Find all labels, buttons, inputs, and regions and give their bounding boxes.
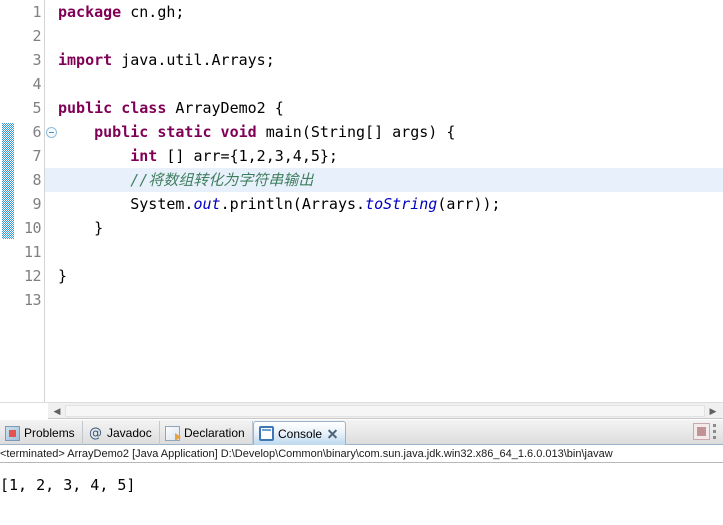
- code-line-text: int [] arr={1,2,3,4,5};: [45, 144, 338, 168]
- code-line[interactable]: System.out.println(Arrays.toString(arr))…: [45, 192, 723, 216]
- tab-label: Problems: [24, 426, 75, 440]
- tab-label: Declaration: [184, 426, 245, 440]
- tab-problems[interactable]: Problems: [0, 421, 83, 445]
- console-icon: [259, 426, 274, 441]
- line-number: 10: [23, 219, 42, 237]
- code-line[interactable]: package cn.gh;: [45, 0, 723, 24]
- code-line-text: public static void main(String[] args) {: [45, 120, 455, 144]
- problems-icon: [5, 425, 20, 441]
- code-line[interactable]: //将数组转化为字符串输出: [45, 168, 723, 192]
- view-tab-bar[interactable]: Problems @ Javadoc Declaration Console: [0, 420, 723, 445]
- code-token: }: [58, 219, 104, 237]
- code-line-text: import java.util.Arrays;: [45, 48, 275, 72]
- code-token: main(String[] args) {: [256, 123, 456, 141]
- line-number: 7: [32, 147, 41, 165]
- line-number: 1: [32, 3, 41, 21]
- code-token: //将数组转化为字符串输出: [130, 171, 314, 189]
- java-code-editor[interactable]: 1 2 3 4 5 6 7 8 9 10 11 12 13 package cn.gh; import j…: [0, 0, 723, 402]
- scroll-left-arrow-icon[interactable]: ◀: [49, 403, 65, 419]
- code-line[interactable]: [45, 288, 723, 312]
- code-text-area[interactable]: package cn.gh; import java.util.Arrays; pu…: [45, 0, 723, 402]
- panel-toolbar[interactable]: [693, 423, 721, 440]
- code-token: .println(Arrays.: [220, 195, 366, 213]
- code-token: System.: [58, 195, 194, 213]
- code-token: out: [193, 195, 221, 213]
- view-menu-icon[interactable]: [713, 423, 721, 440]
- line-number: 12: [23, 267, 42, 285]
- code-line-text: package cn.gh;: [45, 0, 184, 24]
- code-line-text: //将数组转化为字符串输出: [45, 168, 313, 192]
- code-line[interactable]: }: [45, 216, 723, 240]
- javadoc-at-icon: @: [89, 425, 102, 441]
- terminate-stop-icon[interactable]: [693, 423, 710, 440]
- code-token: cn.gh;: [121, 3, 185, 21]
- tab-javadoc[interactable]: @ Javadoc: [83, 421, 160, 445]
- code-token: package: [58, 3, 122, 21]
- editor-horizontal-scrollbar[interactable]: ◀ ▶: [0, 402, 723, 419]
- line-number: 6: [32, 123, 41, 141]
- code-token: toString: [365, 195, 438, 213]
- close-icon[interactable]: [326, 428, 338, 440]
- editor-annotation-bar[interactable]: [0, 0, 16, 402]
- declaration-icon: [165, 425, 181, 441]
- tab-label: Console: [278, 426, 323, 441]
- line-number: 2: [32, 27, 41, 45]
- folding-range-indicator: [2, 123, 14, 239]
- line-number: 3: [32, 51, 41, 69]
- code-line-text: System.out.println(Arrays.toString(arr))…: [45, 192, 501, 216]
- launch-status-line: <terminated> ArrayDemo2 [Java Applicatio…: [0, 446, 723, 463]
- code-line-text: }: [45, 216, 103, 240]
- line-number: 5: [32, 99, 41, 117]
- code-token: (arr));: [437, 195, 501, 213]
- scrollbar-track[interactable]: [65, 405, 705, 417]
- scroll-right-arrow-icon[interactable]: ▶: [705, 403, 721, 419]
- tab-label: Javadoc: [107, 426, 152, 440]
- line-number-gutter: 1 2 3 4 5 6 7 8 9 10 11 12 13: [15, 0, 45, 402]
- code-line[interactable]: public class ArrayDemo2 {: [45, 96, 723, 120]
- line-number: 9: [32, 195, 41, 213]
- line-number: 4: [32, 75, 41, 93]
- code-line[interactable]: [45, 24, 723, 48]
- code-line[interactable]: int [] arr={1,2,3,4,5};: [45, 144, 723, 168]
- line-number: 11: [23, 243, 42, 261]
- code-token: import: [58, 51, 113, 69]
- code-token: [] arr={1,2,3,4,5};: [157, 147, 338, 165]
- code-token: public static void: [94, 123, 257, 141]
- code-line-text: public class ArrayDemo2 {: [45, 96, 284, 120]
- code-token: int: [130, 147, 158, 165]
- tab-declaration[interactable]: Declaration: [160, 421, 253, 445]
- bottom-view-panel: Problems @ Javadoc Declaration Console <term…: [0, 420, 723, 525]
- code-token: java.util.Arrays;: [112, 51, 275, 69]
- code-line[interactable]: public static void main(String[] args) {: [45, 120, 723, 144]
- code-line[interactable]: [45, 72, 723, 96]
- code-line[interactable]: [45, 240, 723, 264]
- code-line[interactable]: }: [45, 264, 723, 288]
- code-token: ArrayDemo2 {: [166, 99, 284, 117]
- scrollbar-corner: [0, 403, 48, 419]
- line-number: 8: [32, 171, 41, 189]
- eclipse-ide-window: 1 2 3 4 5 6 7 8 9 10 11 12 13 package cn.gh; import j…: [0, 0, 723, 525]
- code-line-text: }: [45, 264, 67, 288]
- code-token: }: [58, 267, 68, 285]
- console-output-text[interactable]: [1, 2, 3, 4, 5]: [0, 466, 723, 525]
- tab-console[interactable]: Console: [253, 421, 347, 445]
- code-line[interactable]: import java.util.Arrays;: [45, 48, 723, 72]
- line-number: 13: [23, 291, 42, 309]
- code-token: public class: [58, 99, 167, 117]
